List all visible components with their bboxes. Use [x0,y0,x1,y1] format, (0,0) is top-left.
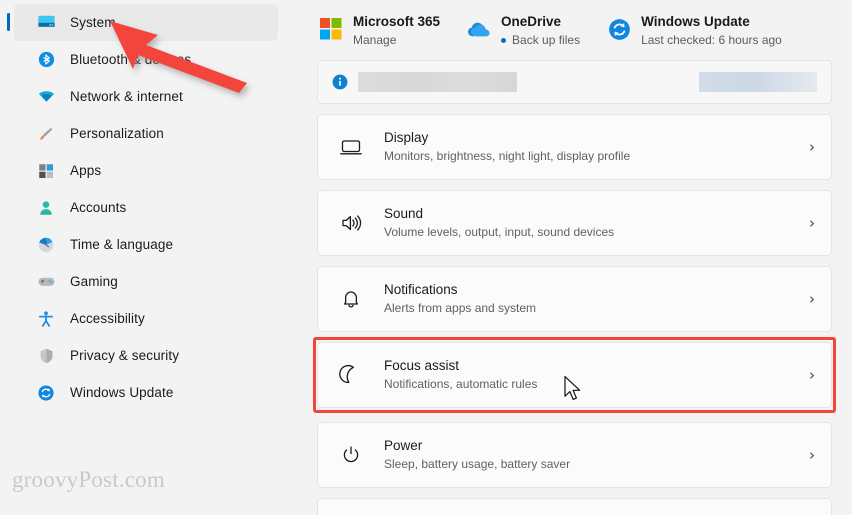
redacted-device-detail [699,72,817,92]
settings-row-title: Sound [384,206,424,221]
sidebar-item-apps[interactable]: Apps [14,152,278,189]
chevron-right-icon: › [809,213,815,232]
settings-row-subtitle: Alerts from apps and system [384,301,537,315]
sidebar-item-gaming[interactable]: Gaming [14,263,278,300]
status-dot [501,38,507,43]
settings-row-title: Display [384,130,429,145]
header-card-windows-update[interactable]: Windows Update Last checked: 6 hours ago [606,13,782,49]
settings-row-partial[interactable] [317,498,832,515]
bell-icon [338,286,364,312]
settings-row-subtitle: Volume levels, output, input, sound devi… [384,225,615,239]
display-icon [338,134,364,160]
moon-icon [338,362,364,388]
accessibility-icon [36,309,56,329]
redacted-device-name [358,72,517,92]
settings-row-title: Notifications [384,282,458,297]
bluetooth-icon [36,50,56,70]
microsoft-logo-icon [318,16,344,42]
apps-icon [36,161,56,181]
paintbrush-icon [36,124,56,144]
settings-row-subtitle: Sleep, battery usage, battery saver [384,457,571,471]
sidebar-item-label: Bluetooth & devices [70,52,192,67]
sidebar-item-label: Apps [70,163,102,178]
header-card-subtitle: Manage [353,33,397,47]
settings-row-subtitle: Monitors, brightness, night light, displ… [384,149,631,163]
sidebar-item-label: Accessibility [70,311,145,326]
sidebar-item-label: Personalization [70,126,164,141]
header-card-title: OneDrive [501,14,562,29]
header-card-onedrive[interactable]: OneDrive Back up files [466,13,580,49]
row-spacer [317,332,832,342]
info-icon [332,74,348,90]
sidebar-item-label: Gaming [70,274,118,289]
speaker-icon [338,210,364,236]
focus-assist-highlight-wrapper: Focus assist Notifications, automatic ru… [313,337,836,413]
settings-row-title: Power [384,438,423,453]
sidebar: System Bluetooth & devices Network & int… [0,0,300,515]
settings-card-list: Display Monitors, brightness, night ligh… [300,60,852,515]
sidebar-item-windows-update[interactable]: Windows Update [14,374,278,411]
sidebar-item-bluetooth-devices[interactable]: Bluetooth & devices [14,41,278,78]
header-card-title: Microsoft 365 [353,14,441,29]
monitor-icon [36,13,56,33]
sidebar-nav: System Bluetooth & devices Network & int… [0,0,300,411]
sidebar-item-label: Privacy & security [70,348,180,363]
header-card-title: Windows Update [641,14,750,29]
sidebar-item-accessibility[interactable]: Accessibility [14,300,278,337]
settings-row-focus-assist[interactable]: Focus assist Notifications, automatic ru… [317,342,832,408]
header-card-subtitle: Last checked: 6 hours ago [641,33,782,47]
power-icon [338,442,364,468]
gamepad-icon [36,272,56,292]
sidebar-item-system[interactable]: System [7,4,278,41]
sidebar-item-network-internet[interactable]: Network & internet [14,78,278,115]
chevron-right-icon: › [809,365,815,384]
sidebar-item-label: System [70,15,116,30]
settings-row-title: Focus assist [384,358,460,373]
settings-window: System Bluetooth & devices Network & int… [0,0,852,515]
main-content: Microsoft 365 Manage OneDrive Back up fi… [300,0,852,515]
sidebar-item-label: Windows Update [70,385,174,400]
sidebar-item-label: Accounts [70,200,127,215]
sidebar-item-time-language[interactable]: Time & language [14,226,278,263]
clock-icon [36,235,56,255]
device-info-card[interactable] [317,60,832,104]
sidebar-item-accounts[interactable]: Accounts [14,189,278,226]
settings-row-power[interactable]: Power Sleep, battery usage, battery save… [317,422,832,488]
sidebar-item-label: Network & internet [70,89,183,104]
sidebar-item-personalization[interactable]: Personalization [14,115,278,152]
chevron-right-icon: › [809,137,815,156]
header-card-subtitle: Back up files [501,32,580,49]
settings-row-sound[interactable]: Sound Volume levels, output, input, soun… [317,190,832,256]
settings-row-notifications[interactable]: Notifications Alerts from apps and syste… [317,266,832,332]
onedrive-cloud-icon [466,16,492,42]
shield-icon [36,346,56,366]
person-icon [36,198,56,218]
header-card-microsoft365[interactable]: Microsoft 365 Manage [318,13,440,49]
settings-row-display[interactable]: Display Monitors, brightness, night ligh… [317,114,832,180]
chevron-right-icon: › [809,445,815,464]
chevron-right-icon: › [809,289,815,308]
update-icon [36,383,56,403]
wifi-icon [36,87,56,107]
header-cards: Microsoft 365 Manage OneDrive Back up fi… [300,0,852,49]
update-icon [606,16,632,42]
settings-row-subtitle: Notifications, automatic rules [384,377,538,391]
watermark: groovyPost.com [12,467,165,492]
sidebar-item-label: Time & language [70,237,174,252]
sidebar-item-privacy-security[interactable]: Privacy & security [14,337,278,374]
